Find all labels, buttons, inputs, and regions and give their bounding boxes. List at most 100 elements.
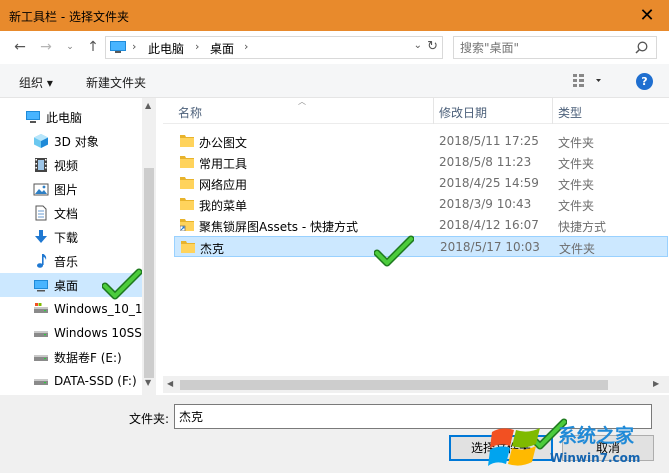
address-history-chevron-icon[interactable]: ⌄: [414, 40, 422, 51]
folder-field-label: 文件夹:: [129, 412, 170, 426]
window-title: 新工具栏 - 选择文件夹: [9, 10, 129, 24]
forward-arrow-icon[interactable]: →: [38, 39, 54, 55]
nav-item-label: 此电脑: [46, 110, 83, 125]
close-button[interactable]: ✕: [625, 0, 669, 31]
nav-item-documents[interactable]: 文档: [0, 201, 142, 225]
computer-icon: [26, 111, 40, 123]
file-list-horizontal-scrollbar[interactable]: ◀ ▶: [163, 376, 669, 393]
file-row-jack[interactable]: 杰克 2018/5/17 10:03 文件夹: [174, 236, 668, 257]
file-date: 2018/5/11 17:25: [439, 134, 539, 148]
column-divider[interactable]: [433, 98, 434, 124]
folder-icon: [181, 241, 195, 253]
search-box[interactable]: [453, 36, 657, 59]
file-row-tools[interactable]: 常用工具 2018/5/8 11:23 文件夹: [174, 152, 668, 173]
folder-icon: [180, 177, 194, 189]
search-input[interactable]: [460, 40, 630, 56]
folder-shortcut-icon: [180, 219, 194, 231]
nav-item-drive-windows-10-1[interactable]: Windows_10_1: [0, 297, 142, 321]
folder-icon: [180, 156, 194, 168]
picture-icon: [33, 183, 49, 196]
checkmark-icon: [374, 235, 414, 267]
file-name: 杰克: [200, 242, 225, 256]
file-type: 文件夹: [558, 157, 595, 171]
file-date: 2018/5/8 11:23: [439, 155, 532, 169]
nav-item-label: 数据卷F (E:): [54, 350, 122, 365]
breadcrumb-separator: ›: [132, 40, 137, 53]
column-header: ︿ 名称 修改日期 类型: [163, 97, 669, 124]
address-bar[interactable]: › 此电脑 › 桌面 › ⌄ ↻: [105, 36, 443, 59]
sort-ascending-icon: ︿: [298, 97, 306, 106]
windows-logo-icon: [488, 428, 540, 466]
refresh-icon[interactable]: ↻: [427, 39, 438, 54]
file-date: 2018/5/17 10:03: [440, 240, 540, 254]
file-type: 快捷方式: [558, 220, 607, 234]
nav-item-label: Windows 10SS: [54, 326, 142, 340]
scroll-down-arrow-icon[interactable]: ▼: [145, 378, 151, 387]
file-name: 网络应用: [199, 178, 248, 192]
back-arrow-icon[interactable]: ←: [12, 39, 28, 55]
file-type: 文件夹: [559, 242, 596, 256]
music-note-icon: [37, 254, 47, 268]
search-icon[interactable]: [635, 41, 648, 54]
column-date[interactable]: 修改日期: [439, 104, 487, 121]
view-options-icon: [573, 74, 601, 87]
breadcrumb-separator: ›: [244, 40, 249, 53]
file-name: 办公图文: [199, 136, 248, 150]
file-row-assets-shortcut[interactable]: 聚焦锁屏图Assets - 快捷方式 2018/4/12 16:07 快捷方式: [174, 215, 668, 236]
nav-item-this-pc[interactable]: 此电脑: [0, 105, 142, 129]
film-icon: [35, 158, 47, 172]
document-icon: [35, 205, 47, 221]
nav-item-label: 图片: [54, 182, 79, 197]
nav-item-label: 视频: [54, 158, 79, 173]
column-name[interactable]: 名称: [178, 104, 202, 121]
watermark-brand: 系统之家: [558, 425, 635, 447]
nav-item-3d-objects[interactable]: 3D 对象: [0, 129, 142, 153]
file-name: 我的菜单: [199, 199, 248, 213]
column-divider[interactable]: [552, 98, 553, 124]
change-view-button[interactable]: [573, 73, 601, 90]
file-row-my-menu[interactable]: 我的菜单 2018/3/9 10:43 文件夹: [174, 194, 668, 215]
scroll-up-arrow-icon[interactable]: ▲: [145, 101, 151, 110]
nav-item-pictures[interactable]: 图片: [0, 177, 142, 201]
file-date: 2018/4/25 14:59: [439, 176, 539, 190]
navigation-bar: ← → ⌄ ↑ › 此电脑 › 桌面 › ⌄ ↻: [0, 31, 669, 64]
folder-icon: [180, 198, 194, 210]
title-bar: 新工具栏 - 选择文件夹 ✕: [0, 0, 669, 31]
recent-locations-icon[interactable]: ⌄: [62, 39, 78, 55]
file-row-office[interactable]: 办公图文 2018/5/11 17:25 文件夹: [174, 131, 668, 152]
computer-icon: [110, 41, 126, 53]
new-folder-button[interactable]: 新建文件夹: [86, 74, 146, 91]
nav-item-downloads[interactable]: 下载: [0, 225, 142, 249]
navigation-pane: 此电脑 3D 对象 视频 图片 文档 下载 音乐 桌面 Windows_10_1…: [0, 98, 156, 395]
breadcrumb-this-pc[interactable]: 此电脑: [148, 40, 184, 57]
drive-icon: [34, 331, 48, 337]
nav-item-label: Windows_10_1: [54, 302, 142, 316]
command-bar: 组织 ▾ 新建文件夹 ?: [0, 64, 669, 98]
file-list: ︿ 名称 修改日期 类型 办公图文 2018/5/11 17:25 文件夹 常用…: [163, 97, 669, 395]
file-row-network[interactable]: 网络应用 2018/4/25 14:59 文件夹: [174, 173, 668, 194]
file-name: 常用工具: [199, 157, 248, 171]
file-date: 2018/3/9 10:43: [439, 197, 532, 211]
nav-scrollbar[interactable]: ▲ ▼: [142, 98, 156, 395]
organize-button[interactable]: 组织 ▾: [19, 74, 53, 91]
breadcrumb-desktop[interactable]: 桌面: [210, 40, 234, 57]
nav-item-drive-windows-10ss[interactable]: Windows 10SS: [0, 321, 142, 345]
scroll-left-arrow-icon[interactable]: ◀: [167, 379, 173, 388]
scrollbar-thumb[interactable]: [180, 380, 608, 390]
scroll-right-arrow-icon[interactable]: ▶: [653, 379, 659, 388]
nav-item-label: 文档: [54, 206, 79, 221]
nav-item-drive-f[interactable]: DATA-SSD (F:): [0, 369, 142, 393]
watermark: 系统之家 Winwin7.com: [480, 418, 669, 473]
nav-item-drive-e[interactable]: 数据卷F (E:): [0, 345, 142, 369]
drive-icon: [34, 379, 48, 385]
nav-item-label: 3D 对象: [54, 134, 99, 149]
folder-icon: [180, 135, 194, 147]
file-type: 文件夹: [558, 136, 595, 150]
up-arrow-icon[interactable]: ↑: [85, 39, 101, 55]
file-type: 文件夹: [558, 178, 595, 192]
help-icon[interactable]: ?: [636, 73, 653, 90]
column-type[interactable]: 类型: [558, 104, 582, 121]
nav-item-label: 桌面: [54, 278, 79, 293]
scrollbar-thumb[interactable]: [144, 168, 154, 378]
nav-item-videos[interactable]: 视频: [0, 153, 142, 177]
